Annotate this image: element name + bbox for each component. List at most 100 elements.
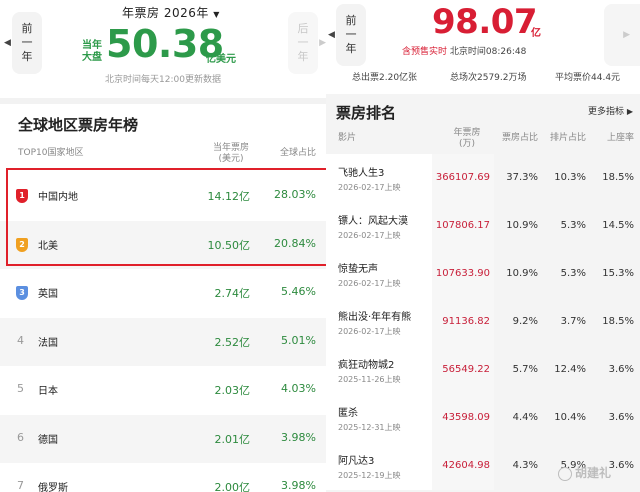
- movie-seat-rate: 15.3%: [602, 268, 634, 279]
- stat-tickets: 总出票2.20亿张: [352, 73, 418, 83]
- movie-screen-share: 5.3%: [560, 268, 586, 279]
- movie-screen-share: 10.4%: [554, 412, 586, 423]
- movie-boxoffice: 56549.22: [442, 364, 490, 375]
- movie-release-date: 2025-12-31上映: [338, 423, 401, 432]
- movie-title: 镖人：风起大漠: [338, 216, 408, 227]
- movie-title: 惊蛰无声: [338, 264, 378, 275]
- movie-row[interactable]: 惊蛰无声 2026-02-17上映 107633.90 10.9% 5.3% 15.3%: [326, 250, 640, 298]
- movie-title: 熊出没·年年有熊: [338, 312, 412, 323]
- movie-box-share: 4.4%: [512, 412, 538, 423]
- movie-row[interactable]: 匿杀 2025-12-31上映 43598.09 4.4% 10.4% 3.6%: [326, 394, 640, 442]
- movie-boxoffice: 366107.69: [435, 172, 490, 183]
- movie-seat-rate: 14.5%: [602, 220, 634, 231]
- movie-screen-share: 5.3%: [560, 220, 586, 231]
- cumulative-label: 当年大盘: [82, 40, 102, 63]
- movie-box-share: 10.9%: [506, 268, 538, 279]
- movie-title: 阿凡达3: [338, 456, 375, 467]
- region-boxoffice: 2.03亿: [214, 384, 251, 397]
- region-ranking-title: 全球地区票房年榜: [18, 116, 139, 134]
- movie-release-date: 2025-11-26上映: [338, 375, 401, 384]
- movie-row[interactable]: 疯狂动物城2 2025-11-26上映 56549.22 5.7% 12.4% 3.6%: [326, 346, 640, 394]
- movie-release-date: 2025-12-19上映: [338, 471, 401, 480]
- year-selector[interactable]: 年票房 2026年 ▼: [122, 4, 220, 21]
- annual-total-unit: 亿美元: [206, 54, 236, 65]
- region-boxoffice: 2.74亿: [214, 287, 251, 300]
- movie-box-share: 9.2%: [512, 316, 538, 327]
- next-year-button[interactable]: 后 一 年 ▶: [288, 12, 326, 74]
- more-metrics-link[interactable]: 更多指标 ▶: [588, 104, 633, 117]
- movie-boxoffice: 107633.90: [435, 268, 490, 279]
- right-next-year-button[interactable]: ▶: [604, 4, 640, 66]
- movie-seat-rate: 3.6%: [608, 364, 634, 375]
- region-name: 日本: [38, 386, 58, 397]
- header-region: TOP10国家地区: [18, 148, 84, 158]
- movie-box-share: 10.9%: [506, 220, 538, 231]
- region-boxoffice: 2.01亿: [214, 432, 251, 446]
- movie-boxoffice: 43598.09: [442, 412, 490, 423]
- movie-release-date: 2026-02-17上映: [338, 279, 401, 288]
- header-movie: 影片: [338, 133, 357, 143]
- header-seat-rate: 上座率: [606, 133, 634, 143]
- header-screen-share: 排片占比: [549, 133, 586, 143]
- movie-seat-rate: 18.5%: [602, 172, 634, 183]
- movie-ranking-title: 票房排名: [336, 104, 397, 122]
- caret-right-icon: ▶: [626, 107, 634, 116]
- movie-row[interactable]: 镖人：风起大漠 2026-02-17上映 107806.17 10.9% 5.3% 14.…: [326, 202, 640, 250]
- movie-title: 疯狂动物城2: [338, 360, 395, 371]
- top-two-highlight-box: [6, 168, 328, 266]
- region-share: 4.03%: [281, 382, 316, 395]
- update-note: 北京时间每天12:00更新数据: [105, 75, 221, 85]
- movie-screen-share: 10.3%: [554, 172, 586, 183]
- rank-number: 6: [17, 430, 24, 444]
- region-row[interactable]: 3 英国 2.74亿 5.46%: [0, 269, 326, 317]
- region-boxoffice: 2.00亿: [214, 481, 251, 492]
- region-share: 5.01%: [281, 333, 316, 347]
- caret-down-icon: ▼: [213, 10, 220, 19]
- movie-release-date: 2026-02-17上映: [338, 231, 401, 240]
- movie-seat-rate: 3.6%: [608, 412, 634, 423]
- region-share: 3.98%: [281, 479, 316, 492]
- movie-box-share: 5.7%: [512, 364, 538, 375]
- china-total-value: 98.07: [432, 2, 538, 42]
- watermark: 胡建礼: [558, 464, 611, 481]
- region-row[interactable]: 7 俄罗斯 2.00亿 3.98%: [0, 463, 326, 492]
- right-prev-year-button[interactable]: ◀ 前 一 年: [328, 4, 366, 66]
- movie-screen-share: 3.7%: [560, 316, 586, 327]
- header-boxoffice: 当年票房 (美元): [212, 143, 249, 164]
- weibo-logo-icon: [558, 466, 572, 481]
- rank-number: 7: [17, 479, 24, 492]
- movie-row[interactable]: 熊出没·年年有熊 2026-02-17上映 91136.82 9.2% 3.7% 18.5…: [326, 298, 640, 346]
- movie-boxoffice: 42604.98: [442, 460, 490, 471]
- region-name: 俄罗斯: [38, 483, 68, 492]
- region-share: 3.98%: [281, 430, 316, 444]
- movie-row[interactable]: 飞驰人生3 2026-02-17上映 366107.69 37.3% 10.3% 18.5…: [326, 154, 640, 202]
- region-row[interactable]: 6 德国 2.01亿 3.98%: [0, 414, 326, 463]
- stat-avg-price: 平均票价44.4元: [555, 73, 621, 83]
- movie-boxoffice: 91136.82: [442, 316, 490, 327]
- region-row[interactable]: 5 日本 2.03亿 4.03%: [0, 366, 326, 414]
- rank-number: 4: [17, 333, 24, 347]
- chevron-left-icon: ◀: [4, 38, 11, 48]
- chevron-right-icon: ▶: [319, 38, 326, 48]
- chevron-right-icon: ▶: [623, 30, 630, 40]
- region-row[interactable]: 4 法国 2.52亿 5.01%: [0, 317, 326, 366]
- header-annual-box: 年票房 (万): [453, 128, 481, 149]
- movie-screen-share: 12.4%: [554, 364, 586, 375]
- region-name: 英国: [38, 289, 58, 300]
- prev-year-button[interactable]: ◀ 前 一 年: [4, 12, 42, 74]
- header-box-share: 票房占比: [501, 133, 538, 143]
- region-boxoffice: 2.52亿: [214, 335, 251, 349]
- movie-title: 匿杀: [338, 408, 358, 419]
- movie-boxoffice: 107806.17: [435, 220, 490, 231]
- region-name: 法国: [38, 337, 58, 349]
- movie-box-share: 4.3%: [512, 460, 538, 471]
- region-name: 德国: [38, 434, 58, 446]
- movie-box-share: 37.3%: [506, 172, 538, 183]
- section-divider: [0, 98, 326, 104]
- region-share: 5.46%: [281, 285, 316, 298]
- china-total-unit: 亿: [531, 28, 541, 39]
- movie-release-date: 2026-02-17上映: [338, 183, 401, 192]
- stat-shows: 总场次2579.2万场: [450, 73, 527, 83]
- movie-release-date: 2026-02-17上映: [338, 327, 401, 336]
- header-share: 全球占比: [279, 148, 316, 158]
